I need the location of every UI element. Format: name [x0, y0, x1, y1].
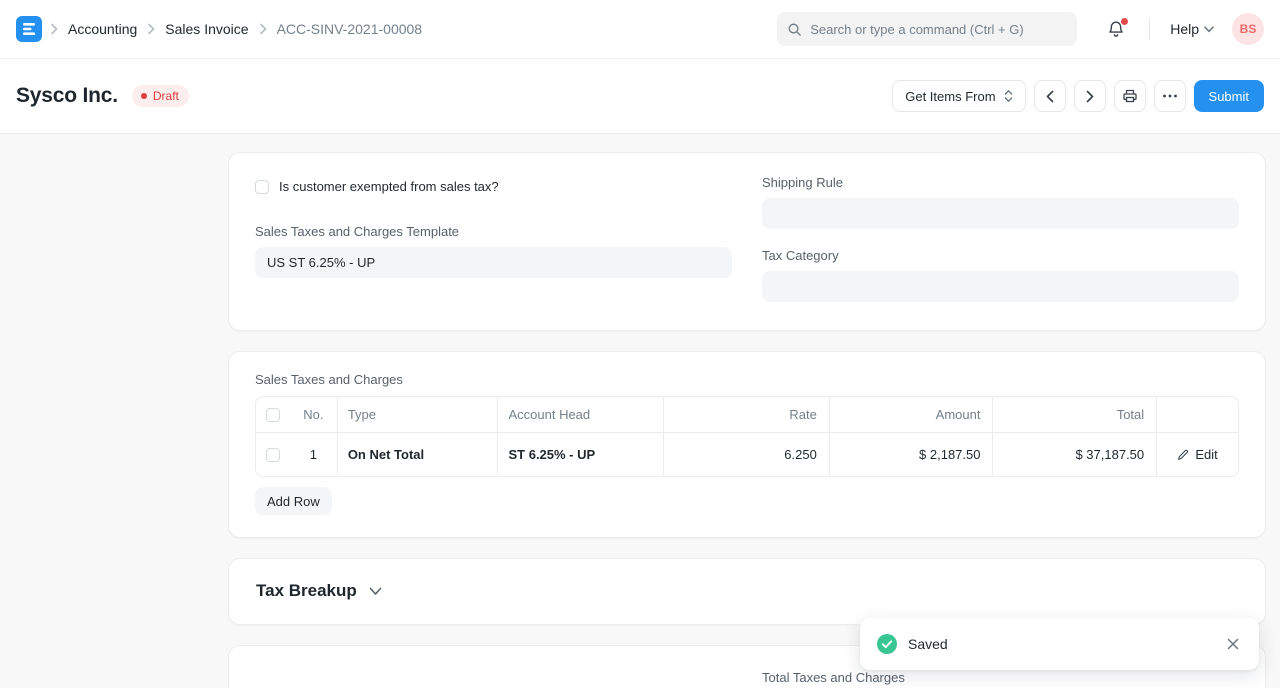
chevron-right-icon — [50, 23, 58, 35]
get-items-from-button[interactable]: Get Items From — [892, 80, 1025, 112]
form-body: Is customer exempted from sales tax? Sal… — [0, 134, 1280, 688]
row-account-head-cell[interactable]: ST 6.25% - UP — [498, 432, 664, 476]
checkbox-icon[interactable] — [255, 180, 269, 194]
notification-indicator-dot — [1121, 18, 1128, 25]
total-taxes-field: Total Taxes and Charges $ 2,187.50 — [762, 670, 1239, 688]
toast-close-button[interactable] — [1224, 635, 1242, 653]
user-avatar[interactable]: BS — [1232, 13, 1264, 45]
tax-category-input[interactable] — [762, 271, 1239, 302]
shipping-rule-field: Shipping Rule — [762, 175, 1239, 229]
get-items-from-label: Get Items From — [905, 89, 995, 104]
row-checkbox[interactable] — [266, 448, 280, 462]
tax-breakup-section[interactable]: Tax Breakup — [228, 558, 1266, 625]
row-edit-button[interactable]: Edit — [1157, 432, 1238, 476]
column-header-edit — [1157, 397, 1238, 432]
help-label: Help — [1170, 21, 1199, 37]
app-logo[interactable] — [16, 16, 42, 42]
search-icon — [787, 22, 802, 37]
charges-grid-header-row: No. Type Account Head Rate Amount Total — [256, 397, 1238, 432]
charges-grid: No. Type Account Head Rate Amount Total … — [255, 396, 1239, 477]
totals-left-column — [255, 670, 732, 688]
tax-category-label: Tax Category — [762, 248, 1239, 263]
status-badge: Draft — [132, 85, 189, 107]
navbar: Accounting Sales Invoice ACC-SINV-2021-0… — [0, 0, 1280, 59]
erpnext-logo-icon — [22, 22, 36, 36]
chevron-right-icon — [147, 23, 155, 35]
submit-button[interactable]: Submit — [1194, 80, 1264, 112]
shipping-rule-input[interactable] — [762, 198, 1239, 229]
pencil-icon — [1177, 449, 1189, 461]
column-header-type: Type — [338, 397, 499, 432]
ellipsis-icon — [1162, 94, 1178, 98]
page-actions: Get Items From Submit — [892, 80, 1264, 112]
charges-grid-title: Sales Taxes and Charges — [255, 372, 1239, 387]
tax-category-field: Tax Category — [762, 248, 1239, 302]
search-input[interactable] — [810, 22, 1067, 37]
status-badge-label: Draft — [153, 89, 179, 103]
sales-taxes-template-input[interactable]: US ST 6.25% - UP — [255, 247, 732, 278]
exempt-checkbox-label: Is customer exempted from sales tax? — [279, 179, 499, 194]
select-chevrons-icon — [1004, 89, 1013, 103]
row-total-cell[interactable]: $ 37,187.50 — [993, 432, 1157, 476]
help-menu[interactable]: Help — [1168, 17, 1216, 41]
column-header-no: No. — [290, 397, 338, 432]
navbar-right: Help BS — [777, 12, 1264, 46]
saved-toast: Saved — [860, 618, 1259, 670]
page-title: Sysco Inc. — [16, 84, 118, 108]
breadcrumb-accounting[interactable]: Accounting — [62, 19, 143, 39]
select-all-checkbox-cell — [256, 397, 290, 432]
sales-taxes-template-field: Sales Taxes and Charges Template US ST 6… — [255, 224, 732, 278]
global-search[interactable] — [777, 12, 1077, 46]
printer-icon — [1122, 88, 1138, 104]
tax-template-section: Is customer exempted from sales tax? Sal… — [228, 152, 1266, 331]
row-number-cell[interactable]: 1 — [290, 432, 338, 476]
tax-template-left-column: Is customer exempted from sales tax? Sal… — [255, 175, 732, 302]
navbar-divider — [1149, 18, 1150, 40]
totals-right-column: Total Taxes and Charges $ 2,187.50 — [762, 670, 1239, 688]
row-checkbox-cell — [256, 432, 290, 476]
notifications-button[interactable] — [1103, 16, 1129, 43]
status-dot-icon — [141, 93, 147, 99]
charges-grid-row-1: 1 On Net Total ST 6.25% - UP 6.250 $ 2,1… — [256, 432, 1238, 476]
page-head: Sysco Inc. Draft Get Items From — [0, 59, 1280, 134]
column-header-rate: Rate — [664, 397, 830, 432]
shipping-rule-label: Shipping Rule — [762, 175, 1239, 190]
print-button[interactable] — [1114, 80, 1146, 112]
avatar-initials: BS — [1240, 22, 1257, 36]
breadcrumb-sales-invoice[interactable]: Sales Invoice — [159, 19, 254, 39]
exempt-from-sales-tax-checkbox-row[interactable]: Is customer exempted from sales tax? — [255, 179, 732, 194]
row-type-cell[interactable]: On Net Total — [338, 432, 499, 476]
chevron-down-icon — [1204, 26, 1214, 33]
breadcrumb-current-document: ACC-SINV-2021-00008 — [271, 19, 429, 39]
add-row-button[interactable]: Add Row — [255, 487, 332, 515]
total-taxes-label: Total Taxes and Charges — [762, 670, 1239, 685]
row-rate-cell[interactable]: 6.250 — [664, 432, 830, 476]
column-header-account-head: Account Head — [498, 397, 664, 432]
sales-taxes-template-label: Sales Taxes and Charges Template — [255, 224, 732, 239]
breadcrumb: Accounting Sales Invoice ACC-SINV-2021-0… — [50, 19, 428, 39]
toast-message: Saved — [908, 636, 948, 652]
sales-taxes-charges-section: Sales Taxes and Charges No. Type Account… — [228, 351, 1266, 538]
next-document-button[interactable] — [1074, 80, 1106, 112]
chevron-right-icon — [259, 23, 267, 35]
success-check-icon — [877, 634, 897, 654]
chevron-down-icon — [369, 587, 382, 596]
select-all-checkbox[interactable] — [266, 408, 280, 422]
close-icon — [1226, 637, 1240, 651]
chevron-right-icon — [1086, 90, 1094, 103]
menu-button[interactable] — [1154, 80, 1186, 112]
previous-document-button[interactable] — [1034, 80, 1066, 112]
row-amount-cell[interactable]: $ 2,187.50 — [830, 432, 994, 476]
row-edit-label: Edit — [1195, 447, 1217, 462]
column-header-total: Total — [993, 397, 1157, 432]
tax-breakup-title: Tax Breakup — [256, 581, 357, 601]
tax-template-right-column: Shipping Rule Tax Category — [762, 175, 1239, 302]
column-header-amount: Amount — [830, 397, 994, 432]
chevron-left-icon — [1046, 90, 1054, 103]
